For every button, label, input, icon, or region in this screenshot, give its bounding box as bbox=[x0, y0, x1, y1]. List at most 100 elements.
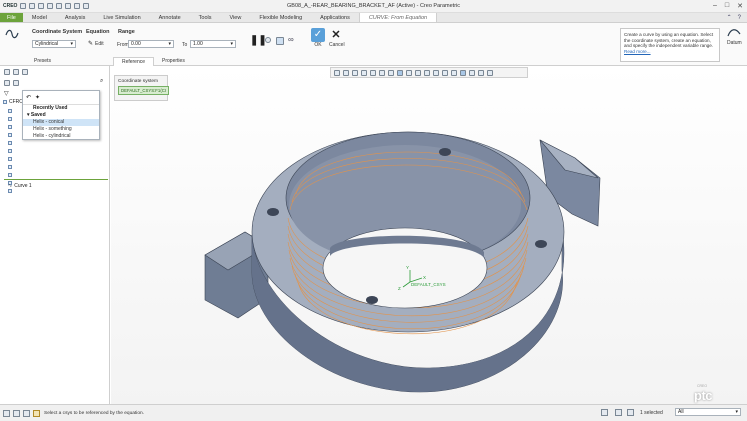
recently-used-header: Recently Used bbox=[23, 104, 99, 112]
tree-node[interactable] bbox=[8, 108, 18, 116]
tab-model[interactable]: Model bbox=[23, 13, 56, 22]
tab-reference[interactable]: Reference bbox=[112, 57, 155, 66]
csys-axis-y: Y bbox=[406, 265, 409, 270]
csys-display-icon[interactable] bbox=[451, 69, 457, 76]
new-file-icon[interactable] bbox=[20, 3, 27, 9]
datum-button[interactable]: Datum bbox=[727, 28, 742, 46]
spin-center-icon[interactable] bbox=[460, 69, 466, 76]
folder-browser-icon[interactable] bbox=[13, 69, 19, 75]
search-icon[interactable]: ⌕ bbox=[100, 78, 103, 85]
tree-node[interactable] bbox=[8, 164, 18, 172]
graphics-area[interactable]: Y X Z DEFAULT_CSYS bbox=[111, 66, 747, 404]
datum-display-icon[interactable] bbox=[406, 69, 412, 76]
tree-node[interactable] bbox=[8, 188, 18, 196]
tree-root[interactable]: CFRO bbox=[3, 99, 23, 105]
tree-node[interactable] bbox=[8, 140, 18, 148]
window-icon[interactable] bbox=[74, 3, 81, 9]
tree-node[interactable] bbox=[8, 156, 18, 164]
tree-node[interactable] bbox=[8, 116, 18, 124]
range-label: Range bbox=[118, 29, 135, 35]
undo-icon[interactable] bbox=[47, 3, 54, 9]
regenerate-icon[interactable] bbox=[65, 3, 72, 9]
coord-system-title: Coordinate system bbox=[118, 79, 158, 84]
coord-type-dropdown[interactable]: Cylindrical ▾ bbox=[32, 40, 76, 48]
tab-tools[interactable]: Tools bbox=[190, 13, 221, 22]
saved-header[interactable]: ▾ Saved bbox=[23, 112, 99, 119]
to-field[interactable]: 1.00 ▾ bbox=[190, 40, 236, 48]
graphics-toolbar bbox=[330, 67, 528, 78]
maximize-icon[interactable]: □ bbox=[725, 2, 729, 10]
tab-applications[interactable]: Applications bbox=[311, 13, 359, 22]
preset-helix-cylindrical[interactable]: Helix - cylindrical bbox=[23, 133, 99, 140]
perspective-icon[interactable] bbox=[397, 69, 403, 76]
file-menu[interactable]: File bbox=[0, 13, 23, 22]
cancel-x-icon: ✕ bbox=[331, 29, 341, 41]
view-manager-icon[interactable] bbox=[388, 69, 394, 76]
more-icon[interactable] bbox=[487, 69, 493, 76]
message-icon[interactable] bbox=[33, 409, 40, 417]
save-icon[interactable] bbox=[38, 3, 45, 9]
close-window-icon[interactable] bbox=[83, 3, 90, 9]
open-file-icon[interactable] bbox=[29, 3, 36, 9]
tab-live-simulation[interactable]: Live Simulation bbox=[94, 13, 149, 22]
show-navigator-icon[interactable] bbox=[3, 409, 10, 417]
point-display-icon[interactable] bbox=[442, 69, 448, 76]
ok-button[interactable]: ✓ OK bbox=[311, 28, 325, 48]
zoom-out-icon[interactable] bbox=[352, 69, 358, 76]
plane-display-icon[interactable] bbox=[424, 69, 430, 76]
edit-equation-button[interactable]: ✎ Edit bbox=[88, 40, 104, 48]
tree-item-curve[interactable]: ∿ Curve 1 bbox=[8, 183, 32, 189]
repaint-icon[interactable] bbox=[361, 69, 367, 76]
annotation-display-icon[interactable] bbox=[415, 69, 421, 76]
display-style-icon[interactable] bbox=[370, 69, 376, 76]
select-mode-icon[interactable] bbox=[615, 409, 622, 416]
collapse-ribbon-icon[interactable]: ⌃ bbox=[727, 14, 732, 21]
full-screen-icon[interactable] bbox=[23, 409, 30, 417]
tab-flexible-modeling[interactable]: Flexible Modeling bbox=[250, 13, 311, 22]
saved-orientations-icon[interactable] bbox=[379, 69, 385, 76]
smart-filter-icon[interactable] bbox=[601, 409, 608, 416]
verify-icon[interactable] bbox=[276, 37, 284, 45]
read-more-link[interactable]: Read more... bbox=[624, 49, 651, 54]
from-field[interactable]: 0.00 ▾ bbox=[128, 40, 174, 48]
help-icon[interactable]: ? bbox=[738, 15, 741, 21]
star-icon[interactable]: ✦ bbox=[35, 94, 40, 101]
cancel-button[interactable]: ✕ Cancel bbox=[329, 28, 345, 48]
chevron-down-icon: ▾ bbox=[168, 41, 171, 47]
tree-node[interactable] bbox=[8, 132, 18, 140]
filter-icon[interactable]: ▽ bbox=[4, 90, 9, 97]
redo-icon[interactable] bbox=[56, 3, 63, 9]
tab-annotate[interactable]: Annotate bbox=[150, 13, 190, 22]
preset-helix-conical[interactable]: Helix - conical bbox=[23, 119, 99, 126]
show-browser-icon[interactable] bbox=[13, 409, 20, 417]
selection-filter-dropdown[interactable]: All ▾ bbox=[675, 408, 741, 416]
pause-regen-icon[interactable] bbox=[478, 69, 484, 76]
tab-curve-from-equation[interactable]: CURVE: From Equation bbox=[358, 13, 438, 22]
show-icon[interactable] bbox=[13, 80, 19, 86]
section-icon[interactable] bbox=[469, 69, 475, 76]
box-select-icon[interactable] bbox=[627, 409, 634, 416]
arrow-icon[interactable]: ↶ bbox=[26, 94, 31, 101]
bracket-model[interactable]: Y X Z DEFAULT_CSYS bbox=[111, 66, 747, 404]
from-label: From bbox=[117, 42, 129, 48]
close-icon[interactable]: ✕ bbox=[737, 2, 743, 10]
preview-icon[interactable] bbox=[265, 37, 271, 43]
tree-node[interactable] bbox=[8, 124, 18, 132]
minimize-icon[interactable]: – bbox=[713, 2, 717, 10]
tab-analysis[interactable]: Analysis bbox=[56, 13, 94, 22]
coord-system-collector[interactable]: DEFAULT_CSYS:F1(CI bbox=[118, 86, 170, 95]
tab-presets[interactable]: Presets bbox=[26, 57, 59, 66]
csys-axis-x: X bbox=[423, 275, 426, 280]
favorites-icon[interactable] bbox=[22, 69, 28, 75]
preset-helix-something[interactable]: Helix - something bbox=[23, 126, 99, 133]
axis-display-icon[interactable] bbox=[433, 69, 439, 76]
zoom-in-icon[interactable] bbox=[343, 69, 349, 76]
refit-icon[interactable] bbox=[334, 69, 340, 76]
tab-properties[interactable]: Properties bbox=[154, 57, 193, 66]
tab-view[interactable]: View bbox=[221, 13, 251, 22]
to-label: To bbox=[182, 42, 188, 48]
tree-node[interactable] bbox=[8, 148, 18, 156]
model-tree-tab-icon[interactable] bbox=[4, 69, 10, 75]
glasses-icon[interactable]: ∞ bbox=[288, 35, 294, 44]
tree-settings-icon[interactable] bbox=[4, 80, 10, 86]
